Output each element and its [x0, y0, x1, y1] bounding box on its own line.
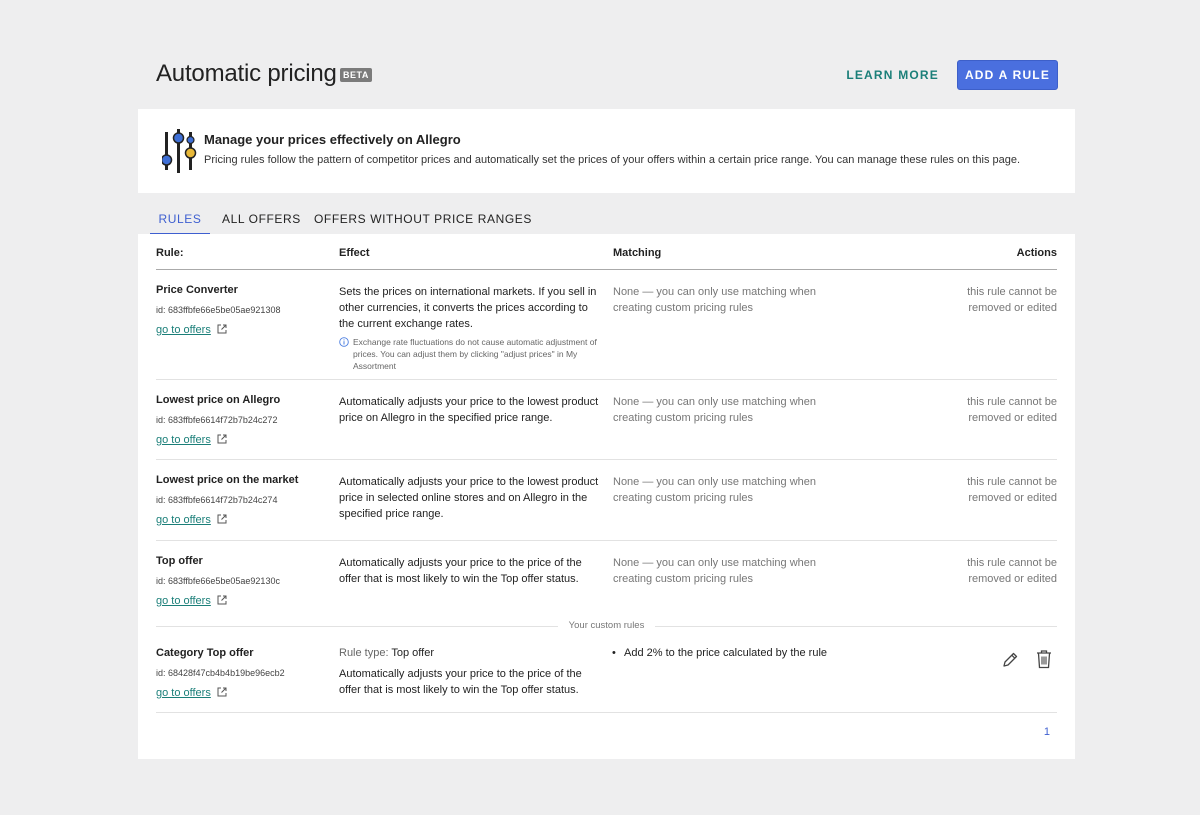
info-banner: Manage your prices effectively on Allegr…	[138, 109, 1075, 193]
add-rule-button[interactable]: ADD A RULE	[957, 60, 1058, 90]
rule-name: Top offer	[156, 555, 203, 567]
go-to-offers-link[interactable]: go to offers	[156, 687, 227, 699]
link-label: go to offers	[156, 595, 211, 607]
rule-effect: Automatically adjusts your price to the …	[339, 396, 599, 424]
rule-note: Exchange rate fluctuations do not cause …	[339, 336, 599, 372]
table-row: Price Converter id: 683ffbfe66e5be05ae92…	[156, 270, 1057, 380]
info-text: Pricing rules follow the pattern of comp…	[204, 154, 1021, 166]
rule-name: Lowest price on the market	[156, 474, 299, 486]
go-to-offers-link[interactable]: go to offers	[156, 514, 227, 526]
tab-all-offers[interactable]: ALL OFFERS	[222, 205, 301, 235]
table-row: Top offer id: 683ffbfe66e5be05ae92130c g…	[156, 541, 1057, 621]
matching-bullet: Add 2% to the price calculated by the ru…	[612, 647, 827, 659]
rule-type-label: Rule type:	[339, 647, 389, 659]
rule-actions-text: this rule cannot be removed or edited	[967, 476, 1057, 504]
rule-matching: None — you can only use matching when cr…	[613, 286, 817, 314]
rule-id: id: 683ffbfe6614f72b7b24c272	[156, 415, 278, 425]
external-link-icon	[217, 434, 227, 444]
rule-name: Lowest price on Allegro	[156, 394, 281, 406]
external-link-icon	[217, 687, 227, 697]
go-to-offers-link[interactable]: go to offers	[156, 434, 227, 446]
custom-rules-divider: Your custom rules	[156, 620, 1057, 632]
trash-icon[interactable]	[1035, 649, 1053, 669]
tab-rules[interactable]: RULES	[150, 205, 210, 235]
page-header: Automatic pricing BETA LEARN MORE ADD A …	[156, 58, 1058, 92]
custom-rules-label: Your custom rules	[568, 620, 645, 631]
col-header-effect: Effect	[339, 247, 370, 259]
rule-actions-text: this rule cannot be removed or edited	[967, 557, 1057, 585]
table-row: Lowest price on the market id: 683ffbfe6…	[156, 460, 1057, 541]
rule-type-value: Top offer	[391, 647, 434, 659]
rule-id: id: 683ffbfe66e5be05ae921308	[156, 305, 281, 315]
rule-name: Price Converter	[156, 284, 238, 296]
rule-id: id: 683ffbfe6614f72b7b24c274	[156, 495, 278, 505]
rule-id: id: 68428f47cb4b4b19be96ecb2	[156, 668, 285, 678]
link-label: go to offers	[156, 687, 211, 699]
table-row: Lowest price on Allegro id: 683ffbfe6614…	[156, 380, 1057, 460]
sliders-icon	[162, 129, 197, 173]
tab-offers-without-price-ranges[interactable]: OFFERS WITHOUT PRICE RANGES	[314, 205, 532, 235]
beta-badge: BETA	[340, 68, 372, 82]
external-link-icon	[217, 324, 227, 334]
custom-rule-row: Category Top offer id: 68428f47cb4b4b19b…	[156, 633, 1057, 713]
rule-matching: None — you can only use matching when cr…	[613, 476, 817, 504]
rule-actions-text: this rule cannot be removed or edited	[967, 396, 1057, 424]
col-header-rule: Rule:	[156, 247, 184, 259]
go-to-offers-link[interactable]: go to offers	[156, 324, 227, 336]
external-link-icon	[217, 595, 227, 605]
rule-actions-text: this rule cannot be removed or edited	[967, 286, 1057, 314]
note-text: Exchange rate fluctuations do not cause …	[353, 337, 597, 371]
table-header: Rule: Effect Matching Actions	[156, 234, 1057, 270]
go-to-offers-link[interactable]: go to offers	[156, 595, 227, 607]
pencil-icon[interactable]	[1001, 651, 1019, 669]
col-header-matching: Matching	[613, 247, 662, 259]
external-link-icon	[217, 514, 227, 524]
link-label: go to offers	[156, 324, 211, 336]
rule-name: Category Top offer	[156, 647, 254, 659]
rule-id: id: 683ffbfe66e5be05ae92130c	[156, 576, 280, 586]
rule-effect: Sets the prices on international markets…	[339, 286, 597, 330]
learn-more-link[interactable]: LEARN MORE	[846, 68, 939, 82]
link-label: go to offers	[156, 514, 211, 526]
rule-matching: None — you can only use matching when cr…	[613, 396, 817, 424]
info-circle-icon	[339, 337, 349, 347]
info-title: Manage your prices effectively on Allegr…	[204, 132, 461, 147]
rule-effect: Automatically adjusts your price to the …	[339, 668, 582, 696]
rule-matching: None — you can only use matching when cr…	[613, 557, 817, 585]
rule-type: Rule type: Top offer	[339, 647, 434, 659]
col-header-actions: Actions	[1016, 247, 1057, 259]
page-title: Automatic pricing	[156, 60, 337, 87]
rule-effect: Automatically adjusts your price to the …	[339, 476, 599, 520]
rules-table-panel: Rule: Effect Matching Actions Price Conv…	[138, 234, 1075, 759]
link-label: go to offers	[156, 434, 211, 446]
pagination-page-1[interactable]: 1	[1044, 726, 1050, 738]
rule-effect: Automatically adjusts your price to the …	[339, 557, 582, 585]
